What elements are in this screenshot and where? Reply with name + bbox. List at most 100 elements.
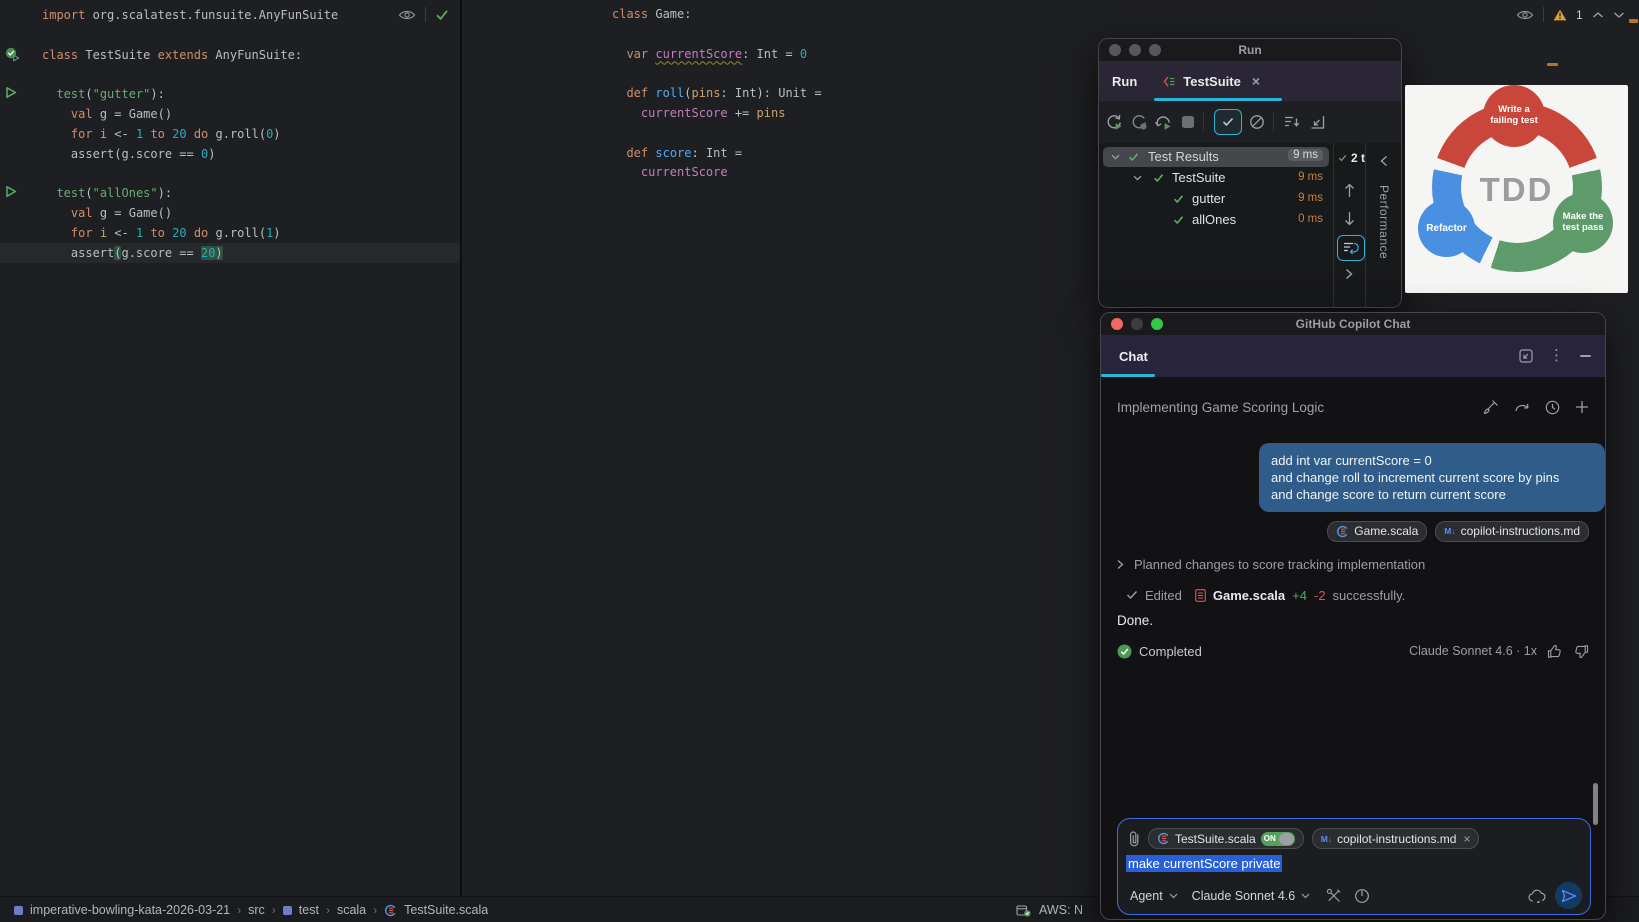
remove-chip-icon[interactable]: × [1463,832,1470,846]
chip-copilot-instructions[interactable]: M↓ copilot-instructions.md [1435,521,1589,542]
dock-window-icon[interactable] [1519,349,1533,363]
minimize-window-button[interactable] [1129,44,1141,56]
thread-title[interactable]: Implementing Game Scoring Logic [1117,400,1324,415]
code-line[interactable]: class TestSuite extends AnyFunSuite: [42,45,302,65]
hide-window-icon[interactable] [1580,355,1591,357]
chip-testsuite-scala[interactable]: TestSuite.scala ON [1148,828,1304,849]
expand-rail-chevron-icon[interactable] [1345,268,1353,280]
breadcrumb-file[interactable]: TestSuite.scala [404,903,488,917]
preview-eye-icon[interactable] [398,9,416,21]
edited-file-name[interactable]: Game.scala [1213,588,1285,603]
tab-performance[interactable]: Performance [1377,185,1391,259]
prev-warning-chevron-icon[interactable] [1592,11,1604,19]
run-test-gutter-icon[interactable] [5,86,21,102]
run-test-gutter-icon[interactable] [5,185,21,201]
preview-eye-icon[interactable] [1516,9,1534,21]
code-line[interactable]: currentScore += pins [612,103,785,123]
collapse-chevron-icon[interactable] [1380,155,1388,167]
code-line[interactable]: class Game: [612,4,691,24]
tools-icon[interactable] [1326,888,1342,904]
breadcrumb-project[interactable]: imperative-bowling-kata-2026-03-21 [30,903,230,917]
breadcrumb-src[interactable]: src [248,903,265,917]
planned-changes-row[interactable]: Planned changes to score tracking implem… [1117,554,1589,574]
code-line[interactable]: def score: Int = [612,143,742,163]
warning-count: 1 [1576,8,1583,22]
tab-chat[interactable]: Chat [1119,349,1148,364]
lines-removed: -2 [1314,588,1326,603]
code-line[interactable]: for i <- 1 to 20 do g.roll(1) [42,223,281,243]
run-toolwindow-label[interactable]: Run [1112,74,1137,89]
test-tree-row[interactable]: TestSuite9 ms [1103,168,1329,188]
next-warning-chevron-icon[interactable] [1613,11,1625,19]
next-test-arrow-icon[interactable] [1343,211,1356,226]
import-test-results-icon[interactable] [1310,115,1325,130]
close-window-button[interactable] [1109,44,1121,56]
test-name: Test Results [1148,149,1219,164]
warning-stripe-mark[interactable] [1547,63,1558,66]
code-line[interactable]: test("allOnes"): [42,183,172,203]
chip-copilot-instructions-input[interactable]: M↓ copilot-instructions.md × [1312,828,1480,849]
close-window-button[interactable] [1111,318,1123,330]
mode-selector[interactable]: Agent [1130,889,1163,903]
clean-broom-icon[interactable] [1483,399,1499,415]
thumbs-up-icon[interactable] [1547,644,1563,659]
usage-gauge-icon[interactable] [1354,888,1370,904]
chat-scrollbar-thumb[interactable] [1593,783,1598,825]
close-tab-icon[interactable]: × [1252,73,1260,89]
code-line[interactable]: var currentScore: Int = 0 [612,44,807,64]
tab-testsuite[interactable]: TestSuite × [1163,73,1260,89]
previous-test-arrow-icon[interactable] [1343,183,1356,198]
build-status-icon[interactable] [1016,903,1031,917]
aws-status[interactable]: AWS: N [1039,903,1083,917]
warning-triangle-icon[interactable] [1553,9,1567,21]
code-line[interactable]: assert(g.score == 0) [42,144,215,164]
run-window-titlebar[interactable]: Run [1099,39,1401,61]
breadcrumb-test[interactable]: test [299,903,319,917]
rerun-icon[interactable] [1130,113,1148,131]
zoom-window-button[interactable] [1149,44,1161,56]
expand-chevron-icon[interactable] [1111,154,1120,160]
code-line[interactable]: currentScore [612,162,728,182]
chip-game-scala[interactable]: Game.scala [1327,521,1427,542]
rerun-failed-tests-icon[interactable] [1154,113,1172,131]
chat-input-field[interactable]: make currentScore private [1126,856,1282,871]
show-passed-filter-icon[interactable] [1214,109,1242,135]
stop-icon[interactable] [1180,114,1196,130]
model-selector[interactable]: Claude Sonnet 4.6 [1192,889,1296,903]
no-problems-check-icon[interactable] [435,9,449,21]
editor-pane-testsuite[interactable]: import org.scalatest.funsuite.AnyFunSuit… [0,0,460,896]
track-running-test-icon[interactable] [1337,235,1365,261]
code-line[interactable]: assert(g.score == 20) [42,243,223,263]
copilot-window-titlebar[interactable]: GitHub Copilot Chat [1101,313,1605,335]
context-on-toggle[interactable]: ON [1261,832,1295,846]
rerun-tests-icon[interactable] [1105,113,1123,131]
history-clock-icon[interactable] [1545,400,1560,415]
send-button[interactable] [1555,882,1582,909]
code-line[interactable]: val g = Game() [42,203,172,223]
thumbs-down-icon[interactable] [1573,644,1589,659]
attach-paperclip-icon[interactable] [1128,830,1140,847]
breadcrumb-scala[interactable]: scala [337,903,366,917]
warning-stripe-mark[interactable] [1629,19,1638,23]
run-side-rail: 2 t [1333,143,1365,307]
input-context-chips: TestSuite.scala ON M↓ copilot-instructio… [1128,828,1479,849]
new-chat-plus-icon[interactable] [1575,400,1589,414]
more-options-kebab-icon[interactable]: ⋮ [1549,349,1564,363]
test-tree-row[interactable]: gutter9 ms [1103,189,1329,209]
zoom-window-button[interactable] [1151,318,1163,330]
run-class-gutter-icon[interactable] [5,47,21,63]
code-line[interactable]: val g = Game() [42,104,172,124]
show-ignored-filter-icon[interactable] [1249,114,1265,130]
sort-by-duration-icon[interactable] [1284,115,1300,129]
test-tree-row[interactable]: Test Results9 ms [1103,147,1329,167]
minimize-window-button[interactable] [1131,318,1143,330]
code-line[interactable]: for i <- 1 to 20 do g.roll(0) [42,124,281,144]
redo-arrow-icon[interactable] [1514,401,1530,414]
chat-input-box[interactable]: TestSuite.scala ON M↓ copilot-instructio… [1117,818,1591,915]
code-line[interactable]: test("gutter"): [42,84,165,104]
code-line[interactable]: import org.scalatest.funsuite.AnyFunSuit… [42,5,338,25]
cloud-sync-icon[interactable] [1528,889,1547,903]
test-tree-row[interactable]: allOnes0 ms [1103,210,1329,230]
expand-chevron-icon[interactable] [1133,175,1142,181]
code-line[interactable]: def roll(pins: Int): Unit = [612,83,822,103]
